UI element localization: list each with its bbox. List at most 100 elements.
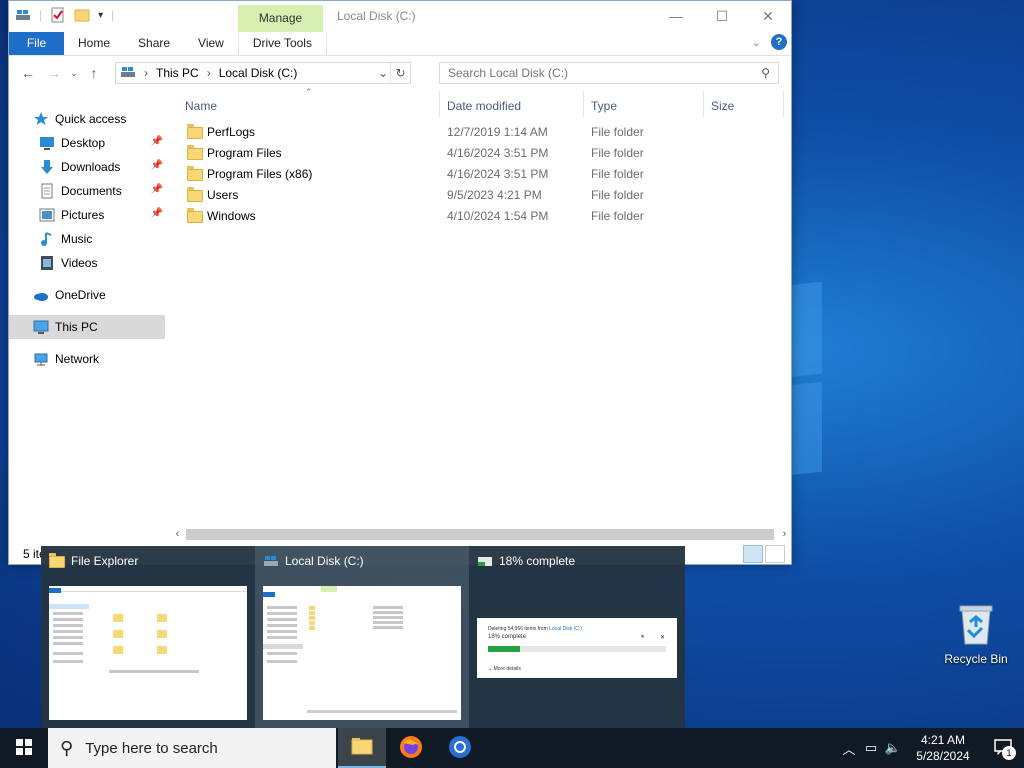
column-header-name[interactable]: Name xyxy=(185,95,217,117)
thumbnail-title-text: Local Disk (C:) xyxy=(285,554,364,568)
taskbar-file-explorer[interactable] xyxy=(338,728,386,768)
file-row[interactable]: Users 9/5/2023 4:21 PM File folder xyxy=(179,185,779,206)
taskbar: ⚲ Type here to search ︿ ▭ 🔈 4:21 AM 5/28… xyxy=(0,728,1024,768)
nav-desktop-label: Desktop xyxy=(61,136,106,150)
nav-pictures[interactable]: Pictures 📌 xyxy=(39,203,165,227)
nav-documents[interactable]: Documents 📌 xyxy=(39,179,165,203)
clock-date: 5/28/2024 xyxy=(916,749,970,763)
nav-desktop[interactable]: Desktop 📌 xyxy=(39,131,165,155)
more-details-label: More details xyxy=(493,666,521,672)
folder-icon xyxy=(187,166,203,181)
address-bar[interactable]: › This PC › Local Disk (C:) ⌄ ↻ xyxy=(115,62,411,84)
scroll-left-icon[interactable]: ‹ xyxy=(169,526,186,543)
nav-downloads[interactable]: Downloads 📌 xyxy=(39,155,165,179)
file-row[interactable]: PerfLogs 12/7/2019 1:14 AM File folder xyxy=(179,122,779,143)
column-header-date-modified[interactable]: Date modified xyxy=(447,95,521,117)
thumbnail-title: 18% complete xyxy=(477,554,575,568)
start-button[interactable] xyxy=(0,728,48,768)
volume-muted-icon[interactable]: 🔈 xyxy=(882,728,904,768)
new-folder-icon[interactable] xyxy=(74,7,90,23)
pin-icon[interactable]: 📌 xyxy=(151,208,163,219)
nav-this-pc[interactable]: This PC xyxy=(9,315,165,339)
expand-ribbon-icon[interactable]: ⌄ xyxy=(752,36,761,49)
nav-onedrive[interactable]: OneDrive xyxy=(33,283,165,307)
nav-videos[interactable]: Videos xyxy=(39,251,165,275)
thumbnail-title: Local Disk (C:) xyxy=(263,554,364,568)
document-icon xyxy=(39,183,55,199)
thumbnail-local-disk[interactable]: Local Disk (C:) xyxy=(255,546,469,728)
breadcrumb-this-pc[interactable]: This PC xyxy=(156,66,199,80)
taskbar-browser[interactable] xyxy=(436,728,484,768)
pin-icon[interactable]: 📌 xyxy=(151,160,163,171)
maximize-button[interactable]: ☐ xyxy=(699,1,745,31)
progress-controls: ⏸ ✕ xyxy=(641,634,665,641)
network-tray-icon[interactable]: ▭ xyxy=(860,728,882,768)
taskbar-firefox[interactable] xyxy=(387,728,435,768)
column-divider[interactable] xyxy=(783,91,784,117)
breadcrumb-separator-icon[interactable]: › xyxy=(207,66,211,80)
tab-view[interactable]: View xyxy=(184,32,238,55)
nav-network[interactable]: Network xyxy=(33,347,165,371)
nav-music[interactable]: Music xyxy=(39,227,165,251)
tab-home[interactable]: Home xyxy=(64,32,124,55)
scroll-thumb[interactable] xyxy=(186,529,774,540)
file-name: Program Files (x86) xyxy=(207,167,313,181)
system-tray: ︿ ▭ 🔈 4:21 AM 5/28/2024 1 xyxy=(838,728,1024,768)
ribbon-tabs: File Home Share View Drive Tools xyxy=(9,32,791,56)
search-input[interactable]: Search Local Disk (C:) ⚲ xyxy=(439,62,779,84)
star-icon xyxy=(33,111,49,127)
breadcrumb-local-disk[interactable]: Local Disk (C:) xyxy=(219,66,298,80)
pin-icon[interactable]: 📌 xyxy=(151,184,163,195)
properties-icon[interactable] xyxy=(50,7,66,23)
large-icons-view-icon[interactable] xyxy=(765,545,785,563)
back-button[interactable]: ← xyxy=(15,60,41,86)
title-bar[interactable]: | ▾ | Manage Local Disk (C:) — ☐ ✕ xyxy=(9,1,791,32)
help-icon[interactable]: ? xyxy=(771,34,787,50)
address-dropdown-icon[interactable]: ⌄ xyxy=(378,66,388,80)
pin-icon[interactable]: 📌 xyxy=(151,136,163,147)
recent-locations-button[interactable]: ⌄ xyxy=(67,60,81,86)
file-row[interactable]: Program Files 4/16/2024 3:51 PM File fol… xyxy=(179,143,779,164)
folder-icon xyxy=(49,553,65,568)
taskbar-thumbnail-popup: File Explorer Local Disk (C:) 18% comple… xyxy=(41,546,685,728)
column-header-type[interactable]: Type xyxy=(591,95,617,117)
clock[interactable]: 4:21 AM 5/28/2024 xyxy=(904,732,982,764)
customize-toolbar-icon[interactable]: ▾ xyxy=(98,10,103,21)
column-header-size[interactable]: Size xyxy=(711,95,734,117)
picture-icon xyxy=(39,207,55,223)
recycle-bin-shortcut[interactable]: Recycle Bin xyxy=(938,600,1014,666)
file-row[interactable]: Program Files (x86) 4/16/2024 3:51 PM Fi… xyxy=(179,164,779,185)
maximize-icon: ☐ xyxy=(715,7,729,24)
tab-manage[interactable]: Manage xyxy=(238,5,323,32)
action-center-button[interactable]: 1 xyxy=(982,728,1024,768)
tab-file[interactable]: File xyxy=(9,32,64,55)
file-explorer-icon xyxy=(351,737,373,758)
details-view-icon[interactable] xyxy=(743,545,763,563)
arrow-up-icon: ↑ xyxy=(90,65,98,81)
column-divider[interactable] xyxy=(439,91,440,117)
show-hidden-icons-button[interactable]: ︿ xyxy=(838,728,860,768)
nav-quick-access[interactable]: Quick access xyxy=(33,107,165,131)
folder-icon xyxy=(187,208,203,223)
scroll-right-icon[interactable]: › xyxy=(776,526,793,543)
breadcrumb-separator-icon[interactable]: › xyxy=(144,66,148,80)
taskbar-search-box[interactable]: ⚲ Type here to search xyxy=(48,728,336,768)
tab-share[interactable]: Share xyxy=(124,32,184,55)
film-icon xyxy=(39,255,55,271)
up-button[interactable]: ↑ xyxy=(81,60,107,86)
minimize-button[interactable]: — xyxy=(653,1,699,31)
horizontal-scrollbar[interactable]: ‹ › xyxy=(169,526,793,543)
column-divider[interactable] xyxy=(583,91,584,117)
forward-button[interactable]: → xyxy=(41,60,67,86)
refresh-button[interactable]: ↻ xyxy=(390,63,410,83)
drive-icon-small xyxy=(120,65,136,82)
nav-music-label: Music xyxy=(61,232,93,246)
close-button[interactable]: ✕ xyxy=(745,1,791,31)
column-divider[interactable] xyxy=(703,91,704,117)
file-date: 9/5/2023 4:21 PM xyxy=(447,188,542,202)
folder-icon xyxy=(187,187,203,202)
thumbnail-file-explorer[interactable]: File Explorer xyxy=(41,546,255,728)
file-row[interactable]: Windows 4/10/2024 1:54 PM File folder xyxy=(179,206,779,227)
tab-drive-tools[interactable]: Drive Tools xyxy=(237,32,327,55)
file-type: File folder xyxy=(591,125,644,139)
